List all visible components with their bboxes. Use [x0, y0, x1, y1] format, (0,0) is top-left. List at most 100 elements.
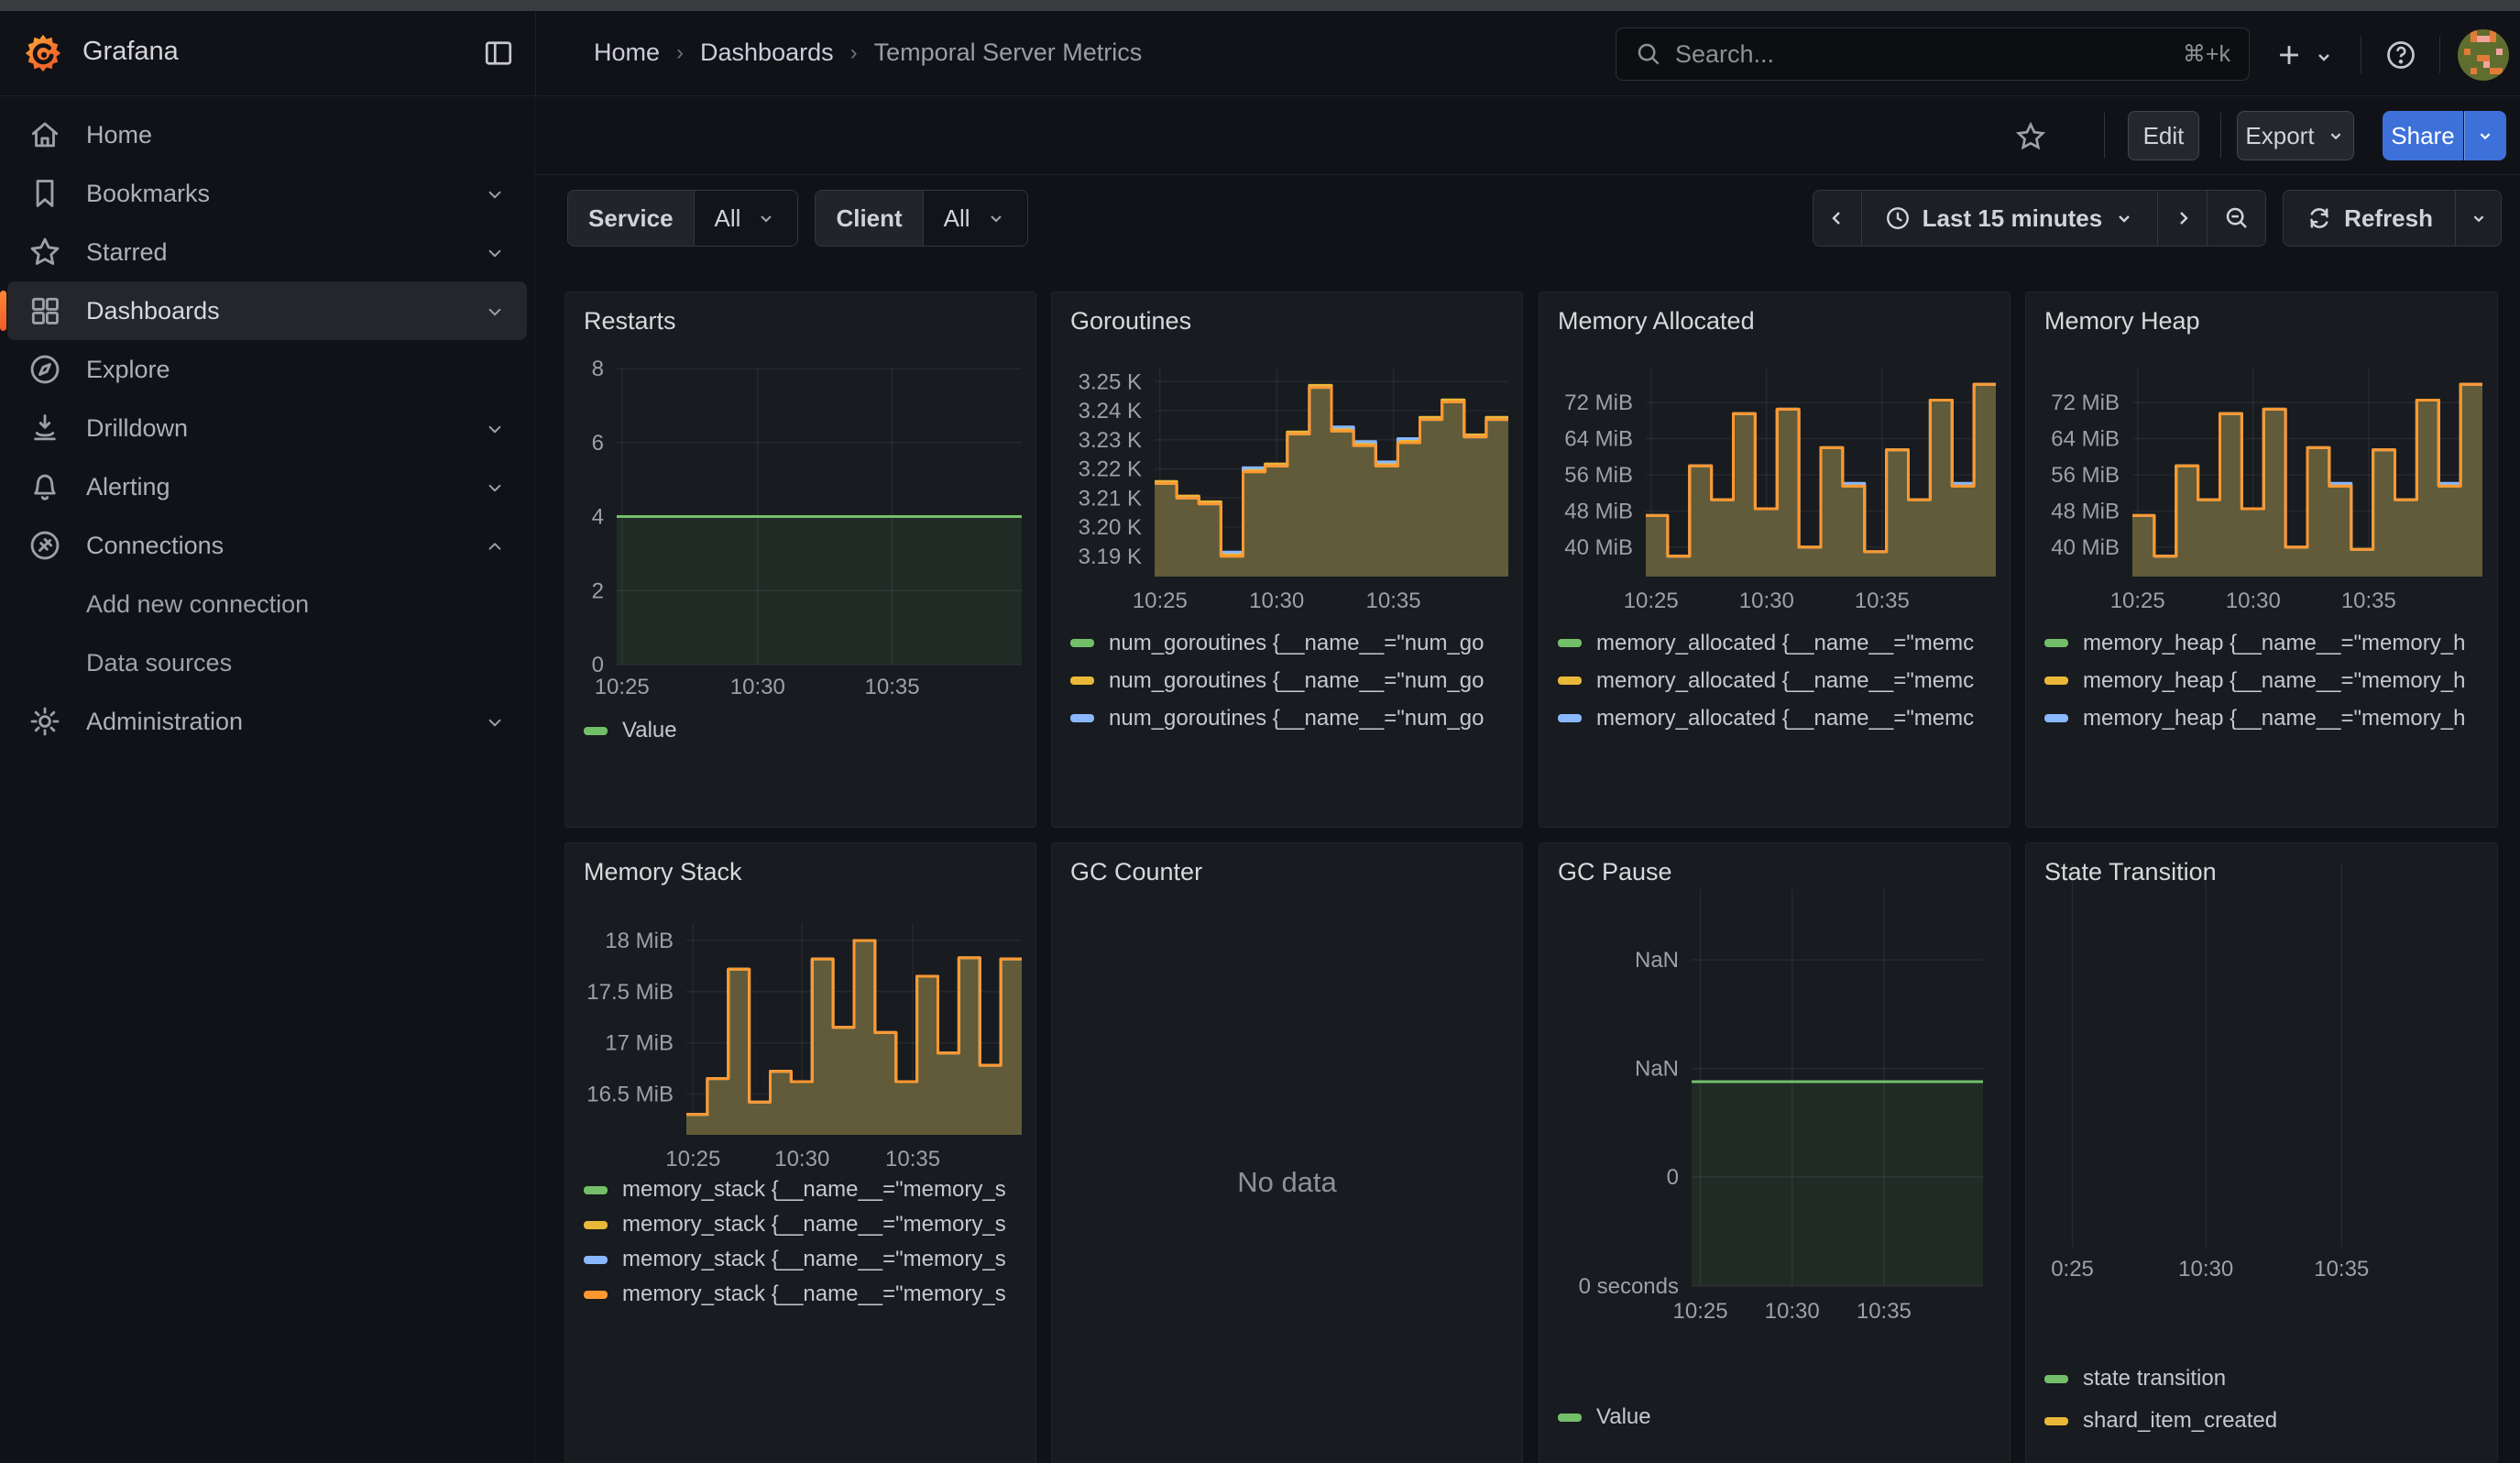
x-axis-tick-label: 10:30 [1739, 588, 1794, 613]
panel-title[interactable]: GC Counter [1070, 858, 1202, 886]
grafana-logo-icon[interactable] [22, 33, 64, 75]
question-circle-icon [2384, 38, 2417, 72]
legend-item[interactable]: num_goroutines {__name__="num_go [1070, 737, 1518, 745]
panel-title[interactable]: Restarts [584, 307, 676, 336]
panel-title[interactable]: State Transition [2044, 858, 2217, 886]
legend-series-label: Value [622, 718, 677, 743]
add-new-button[interactable] [2271, 37, 2307, 73]
y-axis-tick-label: 3.25 K [1079, 369, 1142, 394]
legend-item[interactable]: Value [1558, 1399, 2006, 1436]
y-axis-tick-label: NaN [1635, 948, 1679, 973]
chart-plot[interactable]: 8642010:2510:3010:35 [580, 353, 1023, 765]
sidebar-item-label: Administration [86, 708, 243, 736]
y-axis-tick-label: 48 MiB [2051, 499, 2120, 523]
panel-title[interactable]: Goroutines [1070, 307, 1191, 336]
refresh-interval-dropdown[interactable] [2456, 190, 2502, 247]
legend-series-swatch [2044, 639, 2068, 647]
y-axis-tick-label: 56 MiB [1564, 463, 1633, 488]
x-axis-tick-label: 10:35 [1857, 1299, 1912, 1324]
sidebar-item-drilldown[interactable]: Drilldown [7, 399, 527, 457]
chart-plot[interactable]: NaNNaN00 seconds10:2510:3010:35 [1554, 904, 1997, 1454]
sidebar-item-data-sources[interactable]: Data sources [7, 633, 527, 692]
legend-item[interactable]: memory_stack {__name__="memory_s [584, 1242, 1032, 1277]
legend-series-swatch [584, 1221, 608, 1229]
legend-item[interactable]: memory_stack {__name__="memory_s [584, 1172, 1032, 1207]
sidebar-item-dashboards[interactable]: Dashboards [7, 281, 527, 340]
top-navigation-bar: Grafana Home › Dashboards › Temporal Ser… [0, 11, 2520, 96]
panel-legend: memory_stack {__name__="memory_smemory_s… [584, 1172, 1032, 1328]
header-divider [535, 11, 536, 96]
user-avatar[interactable] [2458, 29, 2509, 81]
breadcrumb-dashboards[interactable]: Dashboards [700, 38, 834, 67]
service-variable-value: All [715, 204, 741, 233]
legend-series-label: memory_stack {__name__="memory_s [622, 1212, 1006, 1238]
legend-item[interactable]: num_goroutines {__name__="num_go [1070, 699, 1518, 737]
legend-item[interactable]: memory_heap {__name__="memory_h [2044, 737, 2493, 745]
share-dropdown-button[interactable] [2464, 111, 2506, 160]
legend-item[interactable]: memory_heap {__name__="memory_h [2044, 624, 2493, 662]
legend-item[interactable]: num_goroutines {__name__="num_go [1070, 624, 1518, 662]
time-range-picker[interactable]: Last 15 minutes [1862, 190, 2159, 247]
time-shift-back-button[interactable] [1813, 190, 1862, 247]
legend-item[interactable]: memory_stack {__name__="memory_s [584, 1207, 1032, 1242]
sidebar-item-alerting[interactable]: Alerting [7, 457, 527, 516]
sidebar-item-label: Connections [86, 532, 224, 560]
y-axis-tick-label: 48 MiB [1564, 499, 1633, 523]
favorite-star-button[interactable] [2012, 118, 2049, 155]
refresh-label: Refresh [2344, 204, 2433, 233]
panel-title[interactable]: Memory Heap [2044, 307, 2200, 336]
legend-item[interactable]: Value [584, 712, 1032, 749]
legend-series-swatch [584, 1186, 608, 1194]
add-new-chevron-icon[interactable] [2311, 44, 2337, 70]
legend-item[interactable]: state transition [2044, 1358, 2493, 1400]
y-axis-tick-label: 3.19 K [1079, 544, 1142, 569]
legend-item[interactable]: memory_heap {__name__="memory_h [2044, 662, 2493, 699]
legend-item[interactable]: memory_allocated {__name__="memc [1558, 699, 2006, 737]
export-button[interactable]: Export [2237, 111, 2354, 160]
x-axis-tick-label: 10:25 [2110, 588, 2165, 613]
service-variable-select[interactable]: All [695, 191, 798, 246]
sidebar-item-home[interactable]: Home [7, 105, 527, 164]
search-input[interactable]: Search... ⌘+k [1616, 28, 2250, 81]
sidebar-toggle-icon[interactable] [482, 37, 515, 70]
sidebar-item-label: Starred [86, 238, 168, 267]
breadcrumb-separator-icon: › [676, 40, 684, 66]
zoom-out-button[interactable] [2208, 190, 2266, 247]
breadcrumb-separator-icon: › [850, 40, 858, 66]
sidebar-item-connections[interactable]: Connections [7, 516, 527, 575]
panel-title[interactable]: Memory Allocated [1558, 307, 1755, 336]
edit-button[interactable]: Edit [2128, 111, 2199, 160]
sidebar-item-add-new-connection[interactable]: Add new connection [7, 575, 527, 633]
chart-plot[interactable]: 0:2510:3010:35 [2041, 904, 2483, 1344]
plus-icon [2273, 39, 2305, 71]
sidebar-item-bookmarks[interactable]: Bookmarks [7, 164, 527, 223]
legend-series-label: memory_heap {__name__="memory_h [2083, 743, 2465, 746]
sidebar-item-administration[interactable]: Administration [7, 692, 527, 751]
sidebar-item-explore[interactable]: Explore [7, 340, 527, 399]
legend-item[interactable]: memory_allocated {__name__="memc [1558, 662, 2006, 699]
share-button[interactable]: Share [2383, 111, 2463, 160]
search-placeholder: Search... [1675, 40, 2170, 69]
bookmark-icon [27, 176, 62, 211]
help-button[interactable] [2383, 37, 2419, 73]
sidebar-item-starred[interactable]: Starred [7, 223, 527, 281]
legend-series-swatch [1070, 639, 1094, 647]
panel-title[interactable]: Memory Stack [584, 858, 742, 886]
export-label: Export [2245, 122, 2314, 150]
client-variable-select[interactable]: All [924, 191, 1027, 246]
legend-item[interactable]: shard_item_created [2044, 1400, 2493, 1442]
breadcrumb-home[interactable]: Home [594, 38, 660, 67]
legend-item[interactable]: num_goroutines {__name__="num_go [1070, 662, 1518, 699]
panel-title[interactable]: GC Pause [1558, 858, 1672, 886]
legend-item[interactable]: memory_stack {__name__="memory_s [584, 1277, 1032, 1312]
x-axis-tick-label: 10:25 [1133, 588, 1188, 613]
panel-gc-counter: GC CounterNo data [1051, 842, 1523, 1463]
client-variable-label: Client [816, 191, 923, 246]
legend-item[interactable]: memory_heap {__name__="memory_h [2044, 699, 2493, 737]
refresh-button[interactable]: Refresh [2283, 190, 2456, 247]
legend-item[interactable]: memory_allocated {__name__="memc [1558, 737, 2006, 745]
legend-item[interactable]: memory_allocated {__name__="memc [1558, 624, 2006, 662]
template-variables: Service All Client All [567, 190, 1028, 247]
legend-series-swatch [1558, 1414, 1582, 1422]
time-shift-forward-button[interactable] [2158, 190, 2208, 247]
